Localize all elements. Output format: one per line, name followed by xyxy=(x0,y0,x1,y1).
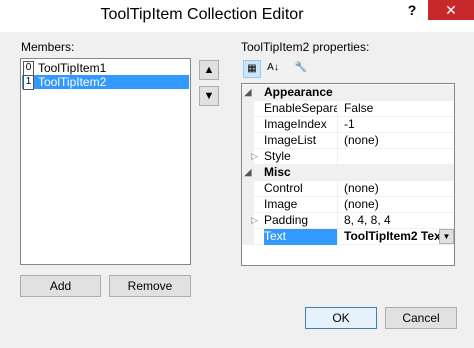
property-value[interactable]: (none) xyxy=(342,181,454,197)
property-name: EnableSeparator xyxy=(264,101,338,117)
members-label: Members: xyxy=(21,40,75,54)
alphabetical-button[interactable]: A↓ xyxy=(264,60,282,78)
help-icon[interactable]: ? xyxy=(398,0,426,20)
property-pages-button[interactable]: 🔧 xyxy=(292,60,310,78)
category-appearance[interactable]: ◢ Appearance xyxy=(242,85,454,101)
collection-editor-dialog: ToolTipItem Collection Editor ? ✕ Member… xyxy=(0,0,474,348)
remove-button[interactable]: Remove xyxy=(109,275,191,297)
move-down-button[interactable]: ▼ xyxy=(199,86,219,106)
property-value[interactable] xyxy=(342,149,454,165)
property-row[interactable]: ▷ Padding 8, 4, 8, 4 xyxy=(242,213,454,229)
property-row[interactable]: EnableSeparator False xyxy=(242,101,454,117)
row-margin xyxy=(242,229,254,245)
property-name: ImageIndex xyxy=(264,117,338,133)
ok-button-label: OK xyxy=(332,311,350,325)
property-name: Text xyxy=(264,229,338,245)
property-value[interactable]: ToolTipItem2 Text xyxy=(344,229,445,243)
properties-label: ToolTipItem2 properties: xyxy=(241,40,370,54)
wrench-icon: 🔧 xyxy=(294,62,308,73)
categorized-button[interactable]: ▦ xyxy=(243,60,261,78)
cancel-button[interactable]: Cancel xyxy=(385,307,457,329)
collapse-icon[interactable]: ◢ xyxy=(242,165,254,181)
property-value-editor[interactable]: ToolTipItem2 Text ▼ xyxy=(342,229,454,245)
list-item-label: ToolTipItem1 xyxy=(38,61,107,75)
property-name: Padding xyxy=(264,213,338,229)
row-margin xyxy=(242,181,254,197)
property-value[interactable]: False xyxy=(342,101,454,117)
members-list[interactable]: 0 ToolTipItem1 1 ToolTipItem2 xyxy=(20,58,191,265)
arrow-up-icon: ▲ xyxy=(203,64,215,76)
ok-button[interactable]: OK xyxy=(305,307,377,329)
property-name: Image xyxy=(264,197,338,213)
property-row[interactable]: Text ToolTipItem2 Text ▼ xyxy=(242,229,454,245)
move-up-button[interactable]: ▲ xyxy=(199,60,219,80)
title-bar[interactable]: ToolTipItem Collection Editor ? ✕ xyxy=(0,0,474,32)
category-label: Misc xyxy=(264,165,291,179)
property-value[interactable]: -1 xyxy=(342,117,454,133)
property-value[interactable]: (none) xyxy=(342,197,454,213)
property-grid[interactable]: ◢ Appearance EnableSeparator False Image… xyxy=(241,83,455,266)
remove-button-label: Remove xyxy=(127,279,173,293)
category-misc[interactable]: ◢ Misc xyxy=(242,165,454,181)
collapse-icon[interactable]: ◢ xyxy=(242,85,254,101)
row-margin xyxy=(242,117,254,133)
window-title: ToolTipItem Collection Editor xyxy=(100,6,304,23)
arrow-down-icon: ▼ xyxy=(203,90,215,102)
cancel-button-label: Cancel xyxy=(402,311,440,325)
property-row[interactable]: ImageIndex -1 xyxy=(242,117,454,133)
property-row[interactable]: Control (none) xyxy=(242,181,454,197)
categorized-icon: ▦ xyxy=(247,63,257,74)
list-item-label: ToolTipItem2 xyxy=(38,75,107,89)
property-value[interactable]: (none) xyxy=(342,133,454,149)
property-name: Control xyxy=(264,181,338,197)
dropdown-arrow-icon[interactable]: ▼ xyxy=(439,229,454,244)
list-item-index: 1 xyxy=(23,75,34,90)
expand-icon[interactable]: ▷ xyxy=(251,149,258,164)
close-icon[interactable]: ✕ xyxy=(428,0,474,20)
property-value[interactable]: 8, 4, 8, 4 xyxy=(342,213,454,229)
property-name: Style xyxy=(264,149,338,165)
row-margin xyxy=(242,197,254,213)
category-label: Appearance xyxy=(264,85,333,99)
expand-icon[interactable]: ▷ xyxy=(251,213,258,228)
list-item[interactable]: 1 ToolTipItem2 xyxy=(22,75,189,90)
property-row[interactable]: ImageList (none) xyxy=(242,133,454,149)
add-button-label: Add xyxy=(49,279,72,293)
list-item[interactable]: 0 ToolTipItem1 xyxy=(22,61,189,76)
add-button[interactable]: Add xyxy=(20,275,101,297)
property-row[interactable]: Image (none) xyxy=(242,197,454,213)
alphabetical-icon: A↓ xyxy=(267,62,279,73)
row-margin xyxy=(242,101,254,117)
list-item-index: 0 xyxy=(23,61,34,76)
row-margin xyxy=(242,133,254,149)
property-name: ImageList xyxy=(264,133,338,149)
property-row[interactable]: ▷ Style xyxy=(242,149,454,165)
